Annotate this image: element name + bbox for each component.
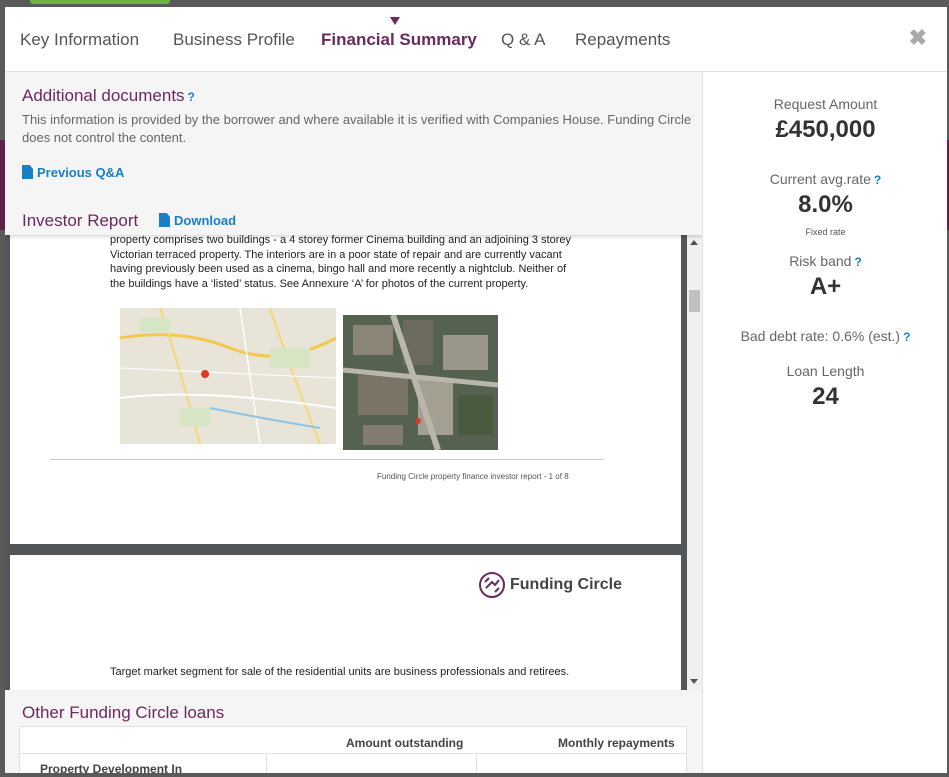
investor-report-title: Investor Report: [22, 211, 139, 230]
tab-repayments[interactable]: Repayments: [575, 30, 670, 50]
loan-stats-sidebar: Request Amount £450,000 Current avg.rate…: [702, 72, 947, 773]
request-amount-label: Request Amount: [773, 96, 878, 112]
bad-debt-rate: Bad debt rate: 0.6% (est.)?: [703, 328, 947, 344]
pdf-line: having previously been used as a cinema,…: [110, 263, 567, 275]
active-tab-caret-icon: [390, 17, 400, 25]
scroll-down-icon[interactable]: [690, 679, 698, 684]
link-label: Previous Q&A: [37, 165, 125, 180]
financial-summary-panel: Additional documents? This information i…: [5, 72, 702, 773]
label-text: Risk band: [789, 253, 852, 269]
help-icon[interactable]: ?: [903, 330, 910, 344]
column-header: Amount outstanding: [346, 736, 464, 750]
label-text: Current avg.rate: [769, 171, 871, 187]
loan-length-value: 24: [812, 383, 839, 410]
column-divider: [476, 753, 477, 773]
pdf-paragraph: property comprises two buildings - a 4 s…: [110, 235, 590, 291]
request-amount-value: £450,000: [775, 116, 876, 143]
pdf-page: Funding Circle Target market segment for…: [10, 555, 681, 690]
table-cell[interactable]: Property Development In: [40, 762, 182, 773]
pdf-viewer[interactable]: property comprises two buildings - a 4 s…: [5, 235, 702, 690]
label-text: Bad debt rate: 0.6% (est.): [740, 328, 901, 344]
tab-qa[interactable]: Q & A: [501, 30, 545, 50]
loan-modal: Key Information Business Profile Financi…: [5, 7, 947, 773]
pdf-scrollbar[interactable]: [687, 235, 702, 690]
column-divider: [266, 753, 267, 773]
close-icon[interactable]: ✖: [909, 25, 927, 51]
disclaimer-text: This information is provided by the borr…: [22, 112, 692, 145]
previous-qa-link[interactable]: Previous Q&A: [22, 165, 124, 180]
additional-documents-title: Additional documents?: [22, 86, 195, 106]
loan-length-label: Loan Length: [786, 363, 865, 379]
additional-documents: Additional documents? This information i…: [5, 72, 702, 235]
help-icon[interactable]: ?: [874, 173, 881, 187]
backdrop-bar: [30, 0, 170, 4]
risk-band-label: Risk band?: [703, 253, 947, 269]
funding-circle-logo-icon: [479, 572, 505, 598]
section-title: Additional documents: [22, 86, 185, 105]
document-icon: [159, 213, 170, 227]
scroll-up-icon[interactable]: [690, 240, 698, 245]
funding-circle-logo: Funding Circle: [478, 571, 622, 599]
pdf-line: Target market segment for sale of the re…: [110, 666, 570, 678]
aerial-photo-image: [343, 315, 498, 450]
risk-band-value: A+: [809, 273, 842, 300]
tab-key-information[interactable]: Key Information: [20, 30, 139, 50]
tab-financial-summary[interactable]: Financial Summary: [321, 30, 477, 50]
column-header: Monthly repayments: [558, 736, 675, 750]
help-icon[interactable]: ?: [188, 90, 195, 104]
document-icon: [22, 165, 33, 179]
download-link[interactable]: Download: [159, 213, 236, 228]
link-label: Download: [174, 213, 237, 228]
pdf-line: property comprises two buildings - a 4 s…: [110, 235, 572, 246]
pdf-line: the buildings have a ‘listed’ status. Se…: [110, 277, 529, 290]
scrollbar-thumb[interactable]: [689, 290, 700, 312]
row-divider: [20, 753, 686, 754]
tab-business-profile[interactable]: Business Profile: [173, 30, 295, 50]
pdf-line: Victorian terraced property. The interio…: [110, 248, 562, 261]
other-loans-title: Other Funding Circle loans: [22, 703, 225, 722]
logo-text: Funding Circle: [510, 576, 622, 593]
tab-bar: Key Information Business Profile Financi…: [5, 7, 947, 72]
pdf-page-footer: Funding Circle property finance investor…: [377, 472, 569, 481]
pdf-page: property comprises two buildings - a 4 s…: [10, 235, 681, 544]
divider: [50, 459, 604, 460]
avg-rate-value: 8.0%: [798, 191, 853, 218]
fixed-rate-note: Fixed rate: [805, 227, 846, 237]
location-map-image: [120, 308, 336, 444]
help-icon[interactable]: ?: [854, 255, 861, 269]
other-loans-table: Amount outstanding Monthly repayments Pr…: [19, 726, 687, 773]
avg-rate-label: Current avg.rate?: [703, 171, 947, 187]
